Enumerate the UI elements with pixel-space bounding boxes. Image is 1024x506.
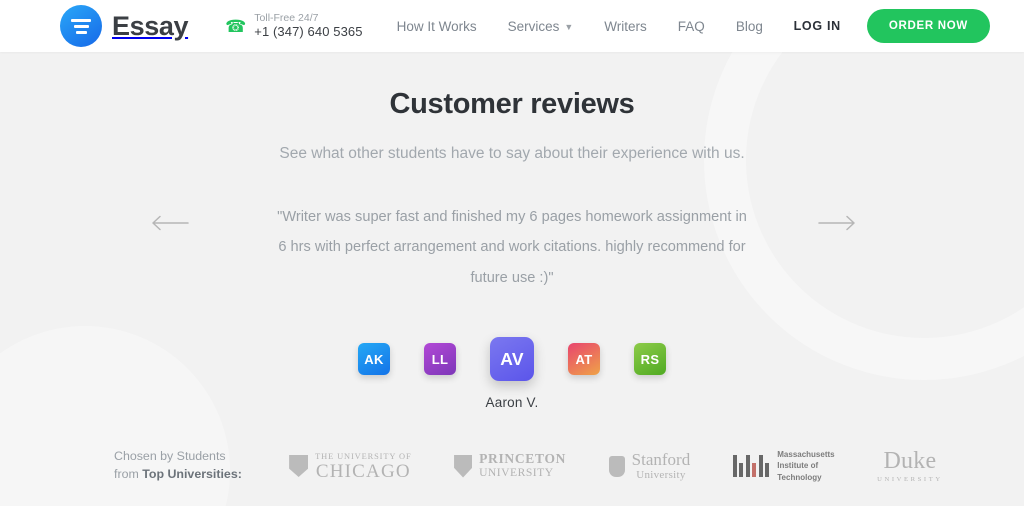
universities-label: Chosen by Students from Top Universities… (114, 448, 242, 484)
universities-label-line1: Chosen by Students (114, 449, 226, 464)
carousel-prev-button[interactable] (147, 208, 193, 238)
document-lines-icon (60, 5, 102, 47)
avatar-at[interactable]: AT (568, 343, 600, 376)
logo-duke-university: Duke UNIVERSITY (877, 449, 943, 483)
arrow-left-icon (151, 215, 189, 231)
nav-label: Services (507, 18, 560, 34)
logo-princeton-university: PRINCETON UNIVERSITY (454, 452, 566, 479)
avatar-ll[interactable]: LL (424, 343, 456, 376)
reviewer-name: Aaron V. (485, 395, 539, 411)
arrow-right-icon (818, 215, 856, 231)
site-header: Essay ☎ Toll-Free 24/7 +1 (347) 640 5365… (0, 0, 1024, 52)
page-subtitle: See what other students have to say abou… (279, 145, 745, 162)
nav-label: Writers (604, 18, 647, 34)
reviewer-avatars: AK LL AV AT RS (0, 336, 1024, 382)
mit-line2: Institute of (777, 461, 819, 471)
page-root: Essay ☎ Toll-Free 24/7 +1 (347) 640 5365… (0, 0, 1024, 506)
brand-name: Essay (112, 10, 189, 41)
chicago-line2: CHICAGO (315, 460, 411, 482)
brand-logo[interactable]: Essay (60, 5, 188, 47)
logo-stanford-university: Stanford University (608, 450, 691, 481)
avatar-ak[interactable]: AK (358, 343, 390, 376)
duke-line1: Duke (883, 448, 937, 475)
phone-icon: ☎ (225, 16, 247, 36)
chevron-down-icon: ▼ (564, 22, 574, 32)
mit-bars-icon (732, 455, 770, 478)
avatar-av-selected[interactable]: AV (490, 337, 534, 382)
main-nav: How It Works Services ▼ Writers FAQ Blog (397, 19, 763, 34)
phone-number: +1 (347) 640 5365 (254, 24, 363, 40)
nav-label: FAQ (677, 18, 705, 34)
nav-item-writers[interactable]: Writers (604, 19, 647, 34)
nav-item-how-it-works[interactable]: How It Works (397, 19, 477, 34)
princeton-line2: UNIVERSITY (479, 465, 554, 479)
duke-line2: UNIVERSITY (877, 476, 943, 484)
shield-icon (454, 454, 473, 478)
universities-label-line2-bold: Top Universities: (142, 467, 242, 482)
order-now-button[interactable]: ORDER NOW (866, 9, 990, 43)
mit-line3: Technology (777, 472, 822, 482)
page-title: Customer reviews (389, 88, 635, 120)
nav-item-faq[interactable]: FAQ (678, 19, 705, 34)
logo-mit: Massachusetts Institute of Technology (732, 449, 835, 484)
tree-seal-icon (608, 455, 625, 477)
nav-item-blog[interactable]: Blog (736, 19, 763, 34)
nav-label: Blog (735, 18, 763, 34)
reviews-section: Customer reviews See what other students… (0, 52, 1024, 410)
stanford-line2: University (636, 468, 686, 481)
universities-bar: Chosen by Students from Top Universities… (0, 448, 1024, 484)
chicago-line1: THE UNIVERSITY OF (315, 451, 412, 461)
princeton-line1: PRINCETON (479, 451, 567, 467)
mit-line1: Massachusetts (777, 449, 835, 459)
review-quote: "Writer was super fast and finished my 6… (277, 209, 747, 286)
stanford-line1: Stanford (631, 450, 691, 470)
login-link[interactable]: LOG IN (794, 19, 841, 33)
nav-item-services[interactable]: Services ▼ (508, 19, 574, 34)
header-actions: LOG IN ORDER NOW (794, 9, 990, 43)
nav-label: How It Works (396, 18, 477, 34)
phone-label: Toll-Free 24/7 (254, 11, 319, 24)
carousel-next-button[interactable] (814, 208, 860, 238)
phone-block[interactable]: ☎ Toll-Free 24/7 +1 (347) 640 5365 (225, 12, 363, 41)
universities-label-line2-prefix: from (114, 467, 143, 482)
logo-university-of-chicago: THE UNIVERSITY OF CHICAGO (289, 452, 411, 481)
avatar-rs[interactable]: RS (634, 343, 666, 376)
reviews-carousel: "Writer was super fast and finished my 6… (0, 202, 1024, 293)
universities-logos: THE UNIVERSITY OF CHICAGO PRINCETON UNIV… (268, 449, 964, 484)
shield-icon (289, 455, 309, 478)
